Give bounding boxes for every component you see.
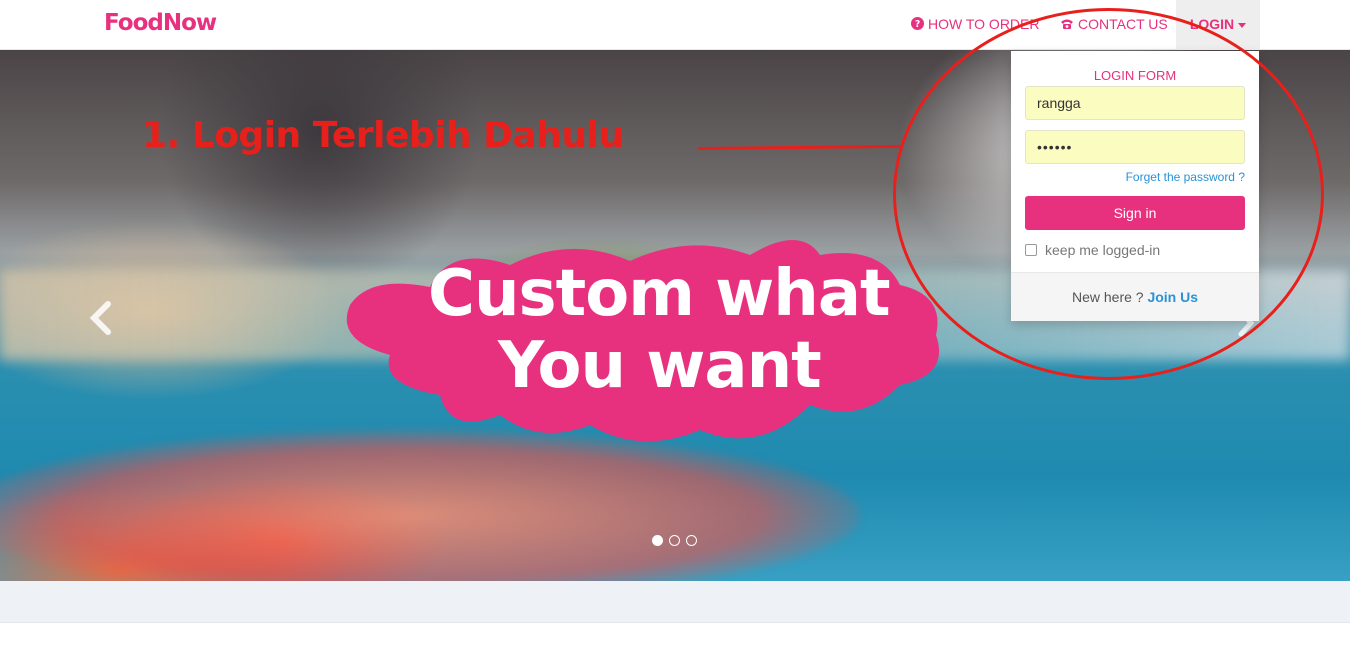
nav-how-to-order[interactable]: ? HOW TO ORDER [911, 0, 1040, 50]
hero-headline-line2: You want [498, 329, 822, 403]
keep-logged-in-option[interactable]: keep me logged-in [1025, 242, 1160, 258]
carousel-indicators [652, 535, 697, 547]
login-form-title: LOGIN FORM [1093, 68, 1177, 83]
new-here-text: New here ? [1071, 289, 1144, 305]
password-input[interactable] [1025, 130, 1245, 164]
nav-login-dropdown[interactable]: LOGIN [1176, 0, 1260, 50]
sign-in-button[interactable]: Sign in [1025, 196, 1245, 230]
caret-down-icon [1238, 22, 1247, 28]
hero-background-plate [0, 430, 860, 581]
hero-headline: Custom what You want [340, 258, 1010, 402]
hero-headline-line1: Custom what [428, 257, 891, 331]
brand-logo[interactable]: FoodNow [104, 10, 217, 36]
annotation-text: 1. Login Terlebih Dahulu [142, 115, 624, 156]
carousel-indicator-1[interactable] [652, 535, 663, 546]
login-form-footer: New here ? Join Us [1011, 272, 1259, 321]
nav-contact-us-label: CONTACT US [1078, 16, 1168, 32]
nav-how-to-order-label: HOW TO ORDER [928, 16, 1040, 32]
join-us-link[interactable]: Join Us [1147, 289, 1198, 305]
phone-icon [1060, 1, 1074, 49]
svg-text:?: ? [915, 19, 920, 30]
username-input[interactable] [1025, 86, 1245, 120]
content-card [0, 622, 1350, 663]
question-circle-icon: ? [911, 1, 924, 49]
navbar: FoodNow ? HOW TO ORDER CONTACT US LOGIN [0, 0, 1350, 50]
carousel-indicator-2[interactable] [669, 535, 680, 546]
annotation-pointer-line [697, 144, 904, 150]
keep-logged-in-checkbox[interactable] [1025, 244, 1037, 256]
nav-login-label: LOGIN [1189, 16, 1235, 32]
login-dropdown-panel: LOGIN FORM Forget the password ? Sign in… [1011, 51, 1259, 321]
carousel-prev-icon[interactable] [86, 298, 118, 338]
keep-logged-in-label: keep me logged-in [1045, 242, 1161, 258]
nav-contact-us[interactable]: CONTACT US [1060, 0, 1168, 50]
forgot-password-link[interactable]: Forget the password ? [1126, 170, 1245, 184]
carousel-indicator-3[interactable] [686, 535, 697, 546]
